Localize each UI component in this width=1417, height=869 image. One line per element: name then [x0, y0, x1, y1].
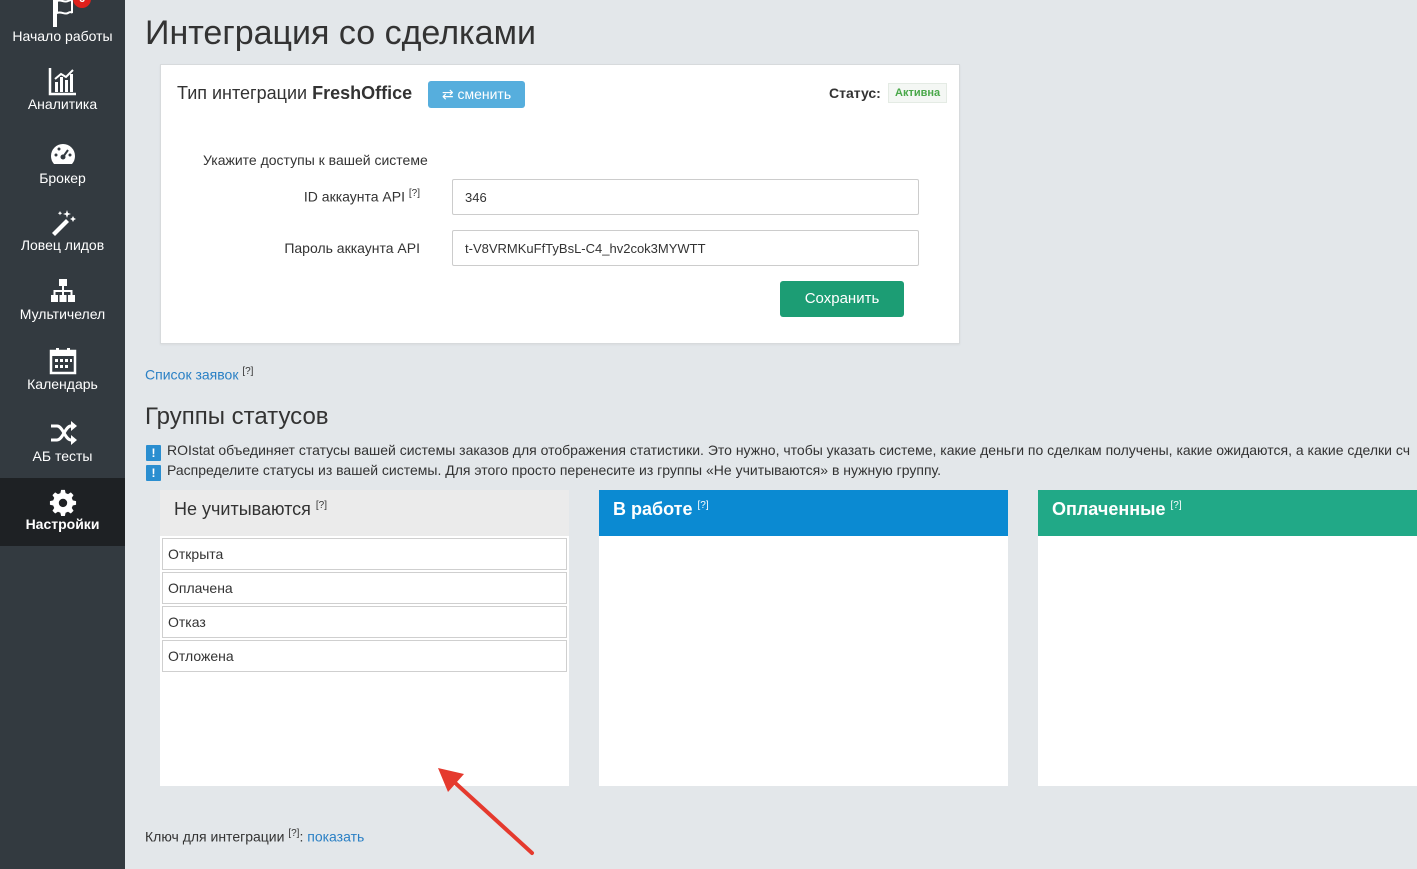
status-group-paid[interactable]: Оплаченные [?]	[1038, 490, 1417, 786]
status-group-header: Оплаченные [?]	[1038, 490, 1417, 536]
flag-icon: 6	[0, 0, 125, 28]
sidebar-item-label: Начало работы	[12, 28, 113, 44]
sidebar-item-broker[interactable]: Брокер	[0, 136, 125, 196]
status-badge: Активна	[888, 83, 948, 103]
sidebar-item-label: Брокер	[39, 170, 86, 186]
api-password-input[interactable]	[452, 230, 919, 266]
status-item[interactable]: Оплачена	[162, 572, 567, 604]
status-group-ignored: Не учитываются [?] Открыта Оплачена Отка…	[160, 490, 569, 786]
help-mark[interactable]: [?]	[316, 500, 327, 511]
api-password-label: Пароль аккаунта API	[284, 240, 420, 256]
status-item[interactable]: Отказ	[162, 606, 567, 638]
orders-list-link[interactable]: Список заявок	[145, 367, 238, 383]
info-icon: !	[146, 445, 161, 461]
api-id-label-text: ID аккаунта API	[303, 188, 405, 205]
status-item[interactable]: Отложена	[162, 640, 567, 672]
separator: :	[299, 828, 304, 845]
info-line: ! ROIstat объединяет статусы вашей систем…	[146, 442, 1410, 461]
sidebar-item-label: Мультичелел	[19, 306, 106, 322]
status-group-title: Не учитываются	[174, 499, 311, 519]
sidebar-item-analytics[interactable]: Аналитика	[0, 64, 125, 124]
help-mark[interactable]: [?]	[698, 500, 709, 511]
status-group-header: Не учитываются [?]	[160, 490, 569, 536]
sidebar-item-settings[interactable]: Настройки	[0, 478, 125, 546]
sidebar-item-calendar[interactable]: Календарь	[0, 344, 125, 404]
status-group-in-progress[interactable]: В работе [?]	[599, 490, 1008, 786]
sidebar-item-label: Ловец лидов	[20, 237, 105, 253]
info-text: ROIstat объединяет статусы вашей системы…	[167, 442, 1411, 458]
help-mark[interactable]: [?]	[1170, 500, 1181, 511]
integration-key: Ключ для интеграции [?]: показать	[145, 828, 364, 845]
integration-card: Тип интеграции FreshOffice ⇄ сменить Ста…	[160, 64, 960, 344]
orders-list: Список заявок [?]	[145, 366, 253, 383]
help-mark[interactable]: [?]	[409, 188, 420, 199]
shuffle-icon	[0, 418, 125, 448]
sitemap-icon	[0, 276, 125, 306]
status-item[interactable]: Открыта	[162, 538, 567, 570]
sidebar-item-ab-tests[interactable]: АБ тесты	[0, 414, 125, 474]
integration-type: Тип интеграции FreshOffice	[177, 83, 412, 104]
sidebar-item-start[interactable]: 6 Начало работы	[0, 0, 125, 54]
magic-wand-icon	[0, 207, 125, 237]
status-group-title: Оплаченные	[1052, 499, 1166, 519]
save-button[interactable]: Сохранить	[780, 281, 904, 317]
help-mark[interactable]: [?]	[288, 828, 299, 839]
show-key-link[interactable]: показать	[307, 829, 364, 845]
sidebar-item-label: Аналитика	[27, 96, 98, 112]
sidebar: 6 Начало работы Аналитика Брокер Ловец л…	[0, 0, 125, 869]
calendar-icon	[0, 346, 125, 376]
integration-type-label: Тип интеграции	[177, 83, 308, 103]
switch-integration-button[interactable]: ⇄ сменить	[428, 81, 525, 108]
status-label: Статус:	[829, 85, 881, 101]
page-title: Интеграция со сделками	[145, 14, 536, 52]
status-group-title: В работе	[613, 499, 693, 519]
info-line: ! Распределите статусы из вашей системы. …	[146, 462, 941, 481]
info-icon: !	[146, 465, 161, 481]
bar-chart-icon	[0, 66, 125, 96]
api-id-input[interactable]	[452, 179, 919, 215]
status-group-header: В работе [?]	[599, 490, 1008, 536]
gear-icon	[0, 488, 125, 516]
sidebar-item-lead-catcher[interactable]: Ловец лидов	[0, 203, 125, 263]
integration-key-label: Ключ для интеграции	[145, 828, 285, 845]
sidebar-item-label: АБ тесты	[32, 448, 93, 464]
sidebar-item-label: Настройки	[25, 516, 100, 532]
dashboard-icon	[0, 140, 125, 170]
access-hint: Укажите доступы к вашей системе	[203, 152, 428, 168]
sidebar-item-multichannel[interactable]: Мультичелел	[0, 272, 125, 332]
status-groups-title: Группы статусов	[145, 403, 329, 430]
sidebar-item-label: Календарь	[27, 376, 98, 392]
annotation-arrow-icon	[438, 768, 534, 855]
integration-type-name: FreshOffice	[312, 83, 413, 103]
info-text: Распределите статусы из вашей системы. Д…	[167, 462, 942, 478]
api-id-label: ID аккаунта API [?]	[304, 188, 420, 205]
help-mark[interactable]: [?]	[242, 366, 253, 377]
